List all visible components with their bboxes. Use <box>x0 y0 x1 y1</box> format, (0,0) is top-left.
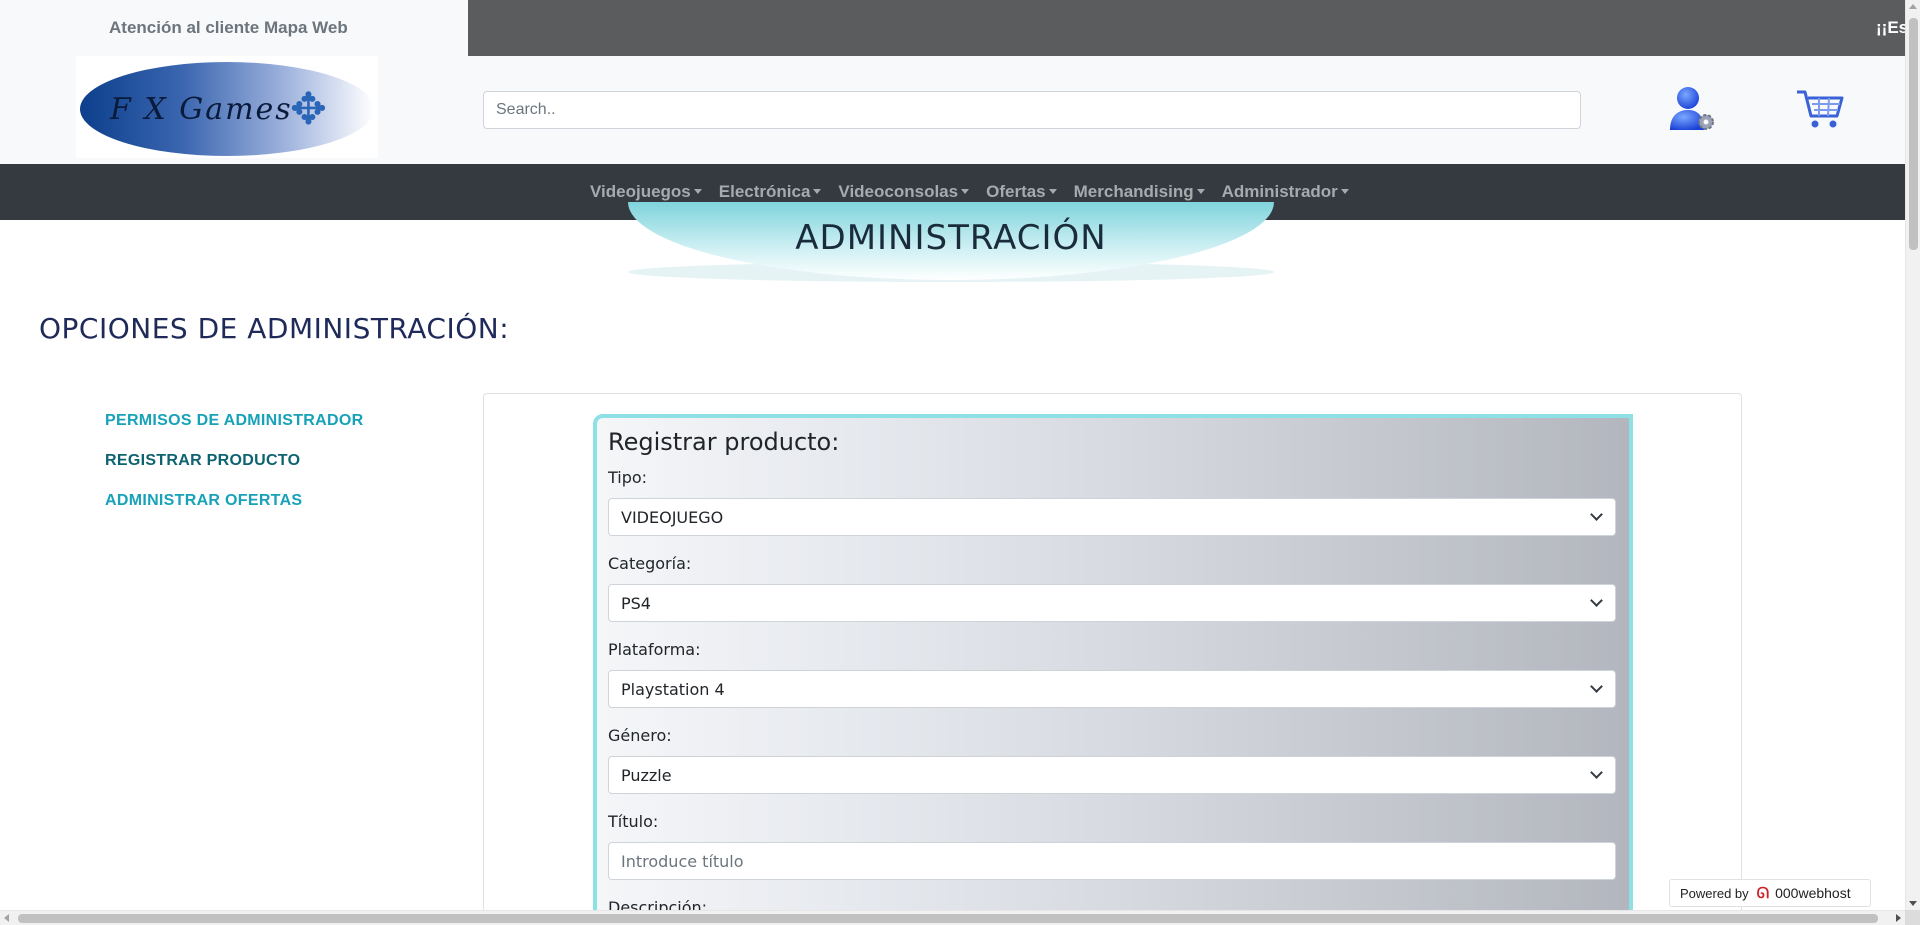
sidebar-link-manage-offers[interactable]: ADMINISTRAR OFERTAS <box>105 492 302 510</box>
top-bar-links-area: Atención al cliente Mapa Web <box>0 0 468 56</box>
nav-item-videoconsolas[interactable]: Videoconsolas <box>838 182 970 202</box>
nav-label: Videojuegos <box>590 182 691 201</box>
caret-down-icon <box>1340 189 1349 194</box>
type-select[interactable]: VIDEOJUEGO <box>608 498 1616 536</box>
scroll-left-arrow-icon[interactable] <box>4 914 9 922</box>
nav-label: Merchandising <box>1073 182 1194 201</box>
genre-select[interactable]: Puzzle <box>608 756 1616 794</box>
top-bar: Atención al cliente Mapa Web ¡¡Es <box>0 0 1905 56</box>
platform-select[interactable]: Playstation 4 <box>608 670 1616 708</box>
announcement-marquee: ¡¡Es <box>468 0 1905 56</box>
platform-label: Plataforma: <box>608 640 701 659</box>
search-input[interactable] <box>483 91 1581 129</box>
nav-item-electronica[interactable]: Electrónica <box>719 182 822 202</box>
marquee-text: ¡¡Es <box>1876 18 1905 37</box>
category-select[interactable]: PS4 <box>608 584 1616 622</box>
sidebar-link-register-product[interactable]: REGISTRAR PRODUCTO <box>105 452 300 470</box>
webhost-logo-icon: ᘏ <box>1756 884 1770 902</box>
genre-label: Género: <box>608 726 672 745</box>
scroll-down-arrow-icon[interactable] <box>1909 901 1917 906</box>
nav-item-merchandising[interactable]: Merchandising <box>1074 182 1205 202</box>
type-select-value: VIDEOJUEGO <box>621 507 724 527</box>
caret-down-icon <box>1196 189 1205 194</box>
section-heading: OPCIONES DE ADMINISTRACIÓN: <box>39 312 510 345</box>
shopping-cart-icon[interactable] <box>1795 84 1845 132</box>
chevron-down-icon <box>1590 508 1603 521</box>
nav-label: Electrónica <box>718 182 811 201</box>
header: F X Games ✥ <box>0 56 1905 164</box>
nav-item-administrador[interactable]: Administrador <box>1222 182 1349 202</box>
caret-down-icon <box>961 189 970 194</box>
chevron-down-icon <box>1590 680 1603 693</box>
page-title: ADMINISTRACIÓN <box>795 218 1107 258</box>
scroll-up-arrow-icon[interactable] <box>1909 4 1917 9</box>
horizontal-scroll-thumb[interactable] <box>18 914 1878 923</box>
hosting-badge[interactable]: Powered by ᘏ 000webhost <box>1669 879 1871 907</box>
bird-emblem-icon: ✥ <box>290 85 327 134</box>
caret-down-icon <box>693 189 702 194</box>
chevron-down-icon <box>1590 766 1603 779</box>
chevron-down-icon <box>1590 594 1603 607</box>
caret-down-icon <box>1048 189 1057 194</box>
user-settings-icon[interactable] <box>1668 84 1716 132</box>
nav-item-ofertas[interactable]: Ofertas <box>986 182 1057 202</box>
title-input[interactable] <box>608 842 1616 880</box>
caret-down-icon <box>813 189 822 194</box>
vertical-scrollbar[interactable] <box>1905 0 1920 910</box>
logo-text: F X Games <box>110 92 293 127</box>
webhost-brand-text: 000webhost <box>1775 885 1851 901</box>
powered-by-text: Powered by <box>1680 885 1749 901</box>
category-label: Categoría: <box>608 554 692 573</box>
logo-oval: F X Games ✥ <box>80 62 374 156</box>
nav-label: Ofertas <box>986 182 1046 201</box>
category-select-value: PS4 <box>621 593 651 613</box>
nav-item-videojuegos[interactable]: Videojuegos <box>590 182 702 202</box>
horizontal-scrollbar[interactable] <box>0 910 1905 925</box>
form-title: Registrar producto: <box>608 428 840 456</box>
platform-select-value: Playstation 4 <box>621 679 725 699</box>
genre-select-value: Puzzle <box>621 765 672 785</box>
type-label: Tipo: <box>608 468 648 487</box>
title-label: Título: <box>608 812 659 831</box>
scroll-right-arrow-icon[interactable] <box>1896 914 1901 922</box>
sidebar-link-admin-permissions[interactable]: PERMISOS DE ADMINISTRADOR <box>105 412 363 430</box>
description-label: Descripción: <box>608 898 708 910</box>
sitemap-link[interactable]: Mapa Web <box>264 18 348 38</box>
nav-label: Videoconsolas <box>838 182 959 201</box>
scrollbar-corner <box>1905 910 1920 925</box>
customer-service-link[interactable]: Atención al cliente <box>109 18 259 38</box>
site-logo[interactable]: F X Games ✥ <box>76 56 378 158</box>
nav-label: Administrador <box>1221 182 1338 201</box>
vertical-scroll-thumb[interactable] <box>1909 18 1918 250</box>
